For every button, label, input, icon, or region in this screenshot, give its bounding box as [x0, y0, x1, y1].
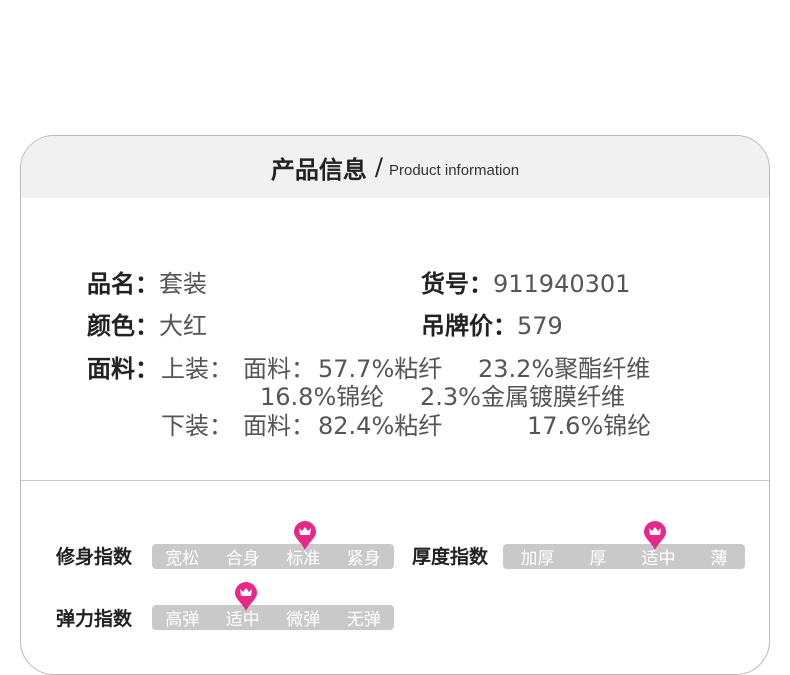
- bottom-comp-1: 82.4%粘纤: [318, 412, 443, 440]
- thickness-index-label: 厚度指数: [412, 546, 489, 568]
- fit-option: 合身: [225, 549, 260, 569]
- thickness-option: 厚: [589, 549, 607, 569]
- fabric-label-row: 面料：: [87, 349, 159, 384]
- name-row: 品名：套装: [87, 264, 207, 299]
- price-row: 吊牌价：579: [421, 306, 563, 341]
- elasticity-index-label: 弹力指数: [56, 608, 133, 630]
- map-pin-crown-icon: [235, 582, 257, 611]
- map-pin-crown-icon: [294, 521, 316, 550]
- thickness-scale: 加厚 厚 适中 薄: [503, 544, 745, 569]
- fit-index-label: 修身指数: [56, 546, 133, 568]
- top-label: 上装：: [161, 355, 233, 383]
- elasticity-option: 无弹: [346, 610, 381, 630]
- elasticity-scale: 高弹 适中 微弹 无弹: [152, 605, 394, 630]
- card-header: 产品信息 / Product information: [21, 136, 769, 198]
- title-cn: 产品信息: [270, 155, 367, 184]
- bottom-fabric-label: 面料：: [243, 412, 315, 440]
- color-row: 颜色：大红: [87, 306, 207, 341]
- sku-row: 货号：911940301: [421, 264, 630, 299]
- fit-scale: 宽松 合身 标准 紧身: [152, 544, 394, 569]
- thickness-option: 加厚: [520, 549, 555, 569]
- color-value: 大红: [159, 312, 207, 340]
- fabric-label: 面料：: [87, 355, 159, 383]
- bottom-comp-2: 17.6%锦纶: [527, 412, 652, 440]
- color-label: 颜色：: [87, 312, 159, 340]
- price-label: 吊牌价：: [421, 312, 517, 340]
- sku-value: 911940301: [493, 270, 631, 298]
- name-label: 品名：: [87, 270, 159, 298]
- elasticity-option: 微弹: [286, 610, 321, 630]
- elasticity-option: 高弹: [165, 610, 200, 630]
- title-separator: /: [374, 153, 383, 181]
- name-value: 套装: [159, 270, 207, 298]
- fit-option: 紧身: [346, 549, 381, 569]
- bottom-label: 下装：: [161, 412, 233, 440]
- thickness-option: 薄: [710, 549, 728, 569]
- product-info-card: 产品信息 / Product information 品名：套装 货号：9119…: [20, 135, 770, 675]
- map-pin-crown-icon: [644, 521, 666, 550]
- sku-label: 货号：: [421, 270, 493, 298]
- section-divider: [21, 480, 769, 481]
- title-en: Product information: [389, 161, 520, 179]
- price-value: 579: [517, 312, 563, 340]
- fit-option: 宽松: [165, 549, 200, 569]
